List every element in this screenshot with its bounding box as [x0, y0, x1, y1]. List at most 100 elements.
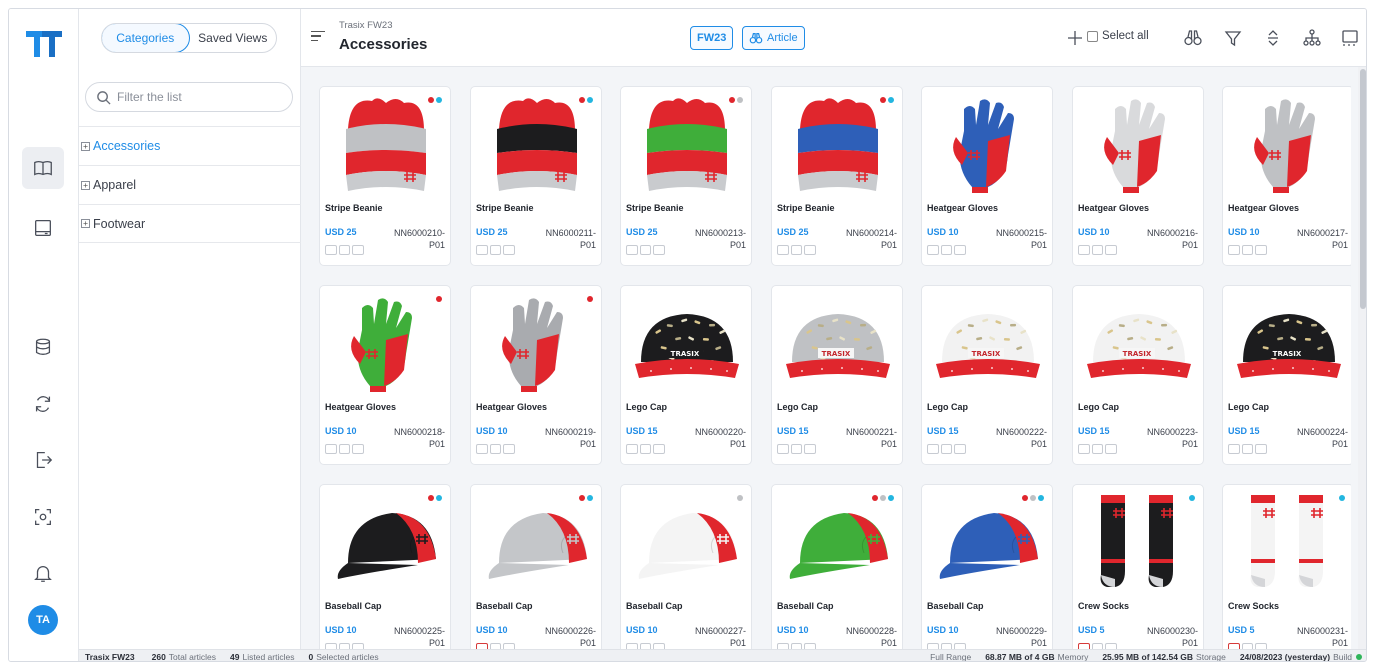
product-card[interactable]: Stripe Beanie USD 25 NN6000214- P01	[771, 86, 903, 266]
expand-collapse-icon[interactable]	[1261, 26, 1285, 50]
color-dot[interactable]	[579, 495, 585, 501]
scan-icon[interactable]	[22, 496, 64, 538]
product-card[interactable]: Heatgear Gloves USD 10 NN6000219- P01	[470, 285, 602, 465]
scrollbar-thumb[interactable]	[1360, 69, 1366, 309]
catalog-book-icon[interactable]	[22, 147, 64, 189]
expand-icon[interactable]: +	[81, 180, 90, 190]
sort-menu-icon[interactable]	[311, 31, 325, 43]
product-image[interactable]	[1229, 91, 1349, 197]
product-card[interactable]: Baseball Cap USD 10 NN6000227- P01	[620, 484, 752, 650]
color-dot[interactable]	[587, 495, 593, 501]
color-dot[interactable]	[737, 495, 743, 501]
binoculars-icon[interactable]	[1181, 26, 1205, 50]
color-dot[interactable]	[587, 97, 593, 103]
product-card[interactable]: TRASIX Lego Cap USD 15 NN6000223- P01	[1072, 285, 1204, 465]
database-icon[interactable]	[22, 326, 64, 368]
tree-item-footwear[interactable]: + Footwear	[79, 204, 301, 243]
vertical-scrollbar[interactable]	[1358, 67, 1366, 649]
product-card[interactable]: TRASIX Lego Cap USD 15 NN6000222- P01	[921, 285, 1053, 465]
product-image[interactable]	[477, 290, 597, 396]
color-dot[interactable]	[880, 495, 886, 501]
color-dot[interactable]	[436, 495, 442, 501]
filter-input[interactable]	[117, 90, 277, 104]
product-card[interactable]: Stripe Beanie USD 25 NN6000211- P01	[470, 86, 602, 266]
product-card[interactable]: Heatgear Gloves USD 10 NN6000215- P01	[921, 86, 1053, 266]
sync-icon[interactable]	[22, 383, 64, 425]
color-dot[interactable]	[729, 97, 735, 103]
color-dot[interactable]	[1189, 495, 1195, 501]
status-range[interactable]: Full Range	[930, 652, 971, 662]
product-card[interactable]: Stripe Beanie USD 25 NN6000210- P01	[319, 86, 451, 266]
app-logo-icon[interactable]	[23, 23, 65, 65]
filter-icon[interactable]	[1221, 26, 1245, 50]
export-icon[interactable]	[22, 439, 64, 481]
product-card[interactable]: TRASIX Lego Cap USD 15 NN6000220- P01	[620, 285, 752, 465]
color-dot[interactable]	[1022, 495, 1028, 501]
product-image[interactable]	[778, 91, 898, 197]
color-dot[interactable]	[587, 296, 593, 302]
product-card[interactable]: Baseball Cap USD 10 NN6000226- P01	[470, 484, 602, 650]
add-icon[interactable]	[1063, 26, 1087, 50]
product-card[interactable]: Heatgear Gloves USD 10 NN6000217- P01	[1222, 86, 1351, 266]
tab-saved-views[interactable]: Saved Views	[190, 24, 277, 52]
product-image[interactable]	[477, 91, 597, 197]
color-dot[interactable]	[888, 97, 894, 103]
product-image[interactable]	[326, 91, 446, 197]
color-dot[interactable]	[737, 97, 743, 103]
product-image[interactable]: TRASIX	[778, 290, 898, 396]
article-number: NN6000217-	[1296, 228, 1348, 238]
product-image[interactable]	[326, 489, 446, 595]
color-dot[interactable]	[888, 495, 894, 501]
product-image[interactable]	[1079, 91, 1199, 197]
product-image[interactable]: TRASIX	[1079, 290, 1199, 396]
user-avatar[interactable]: TA	[28, 605, 58, 635]
color-dot[interactable]	[1038, 495, 1044, 501]
product-image[interactable]	[1229, 489, 1349, 595]
product-image[interactable]: TRASIX	[627, 290, 747, 396]
product-image[interactable]	[1079, 489, 1199, 595]
product-code: NN6000224- P01	[1268, 426, 1348, 450]
product-image[interactable]	[928, 91, 1048, 197]
product-image[interactable]	[627, 489, 747, 595]
product-card[interactable]: Heatgear Gloves USD 10 NN6000218- P01	[319, 285, 451, 465]
color-dot[interactable]	[436, 296, 442, 302]
color-dot[interactable]	[880, 97, 886, 103]
layout-view-icon[interactable]	[1338, 26, 1362, 50]
product-image[interactable]	[627, 91, 747, 197]
checkbox-box[interactable]	[1087, 30, 1098, 42]
bell-icon[interactable]	[22, 552, 64, 594]
product-image[interactable]	[778, 489, 898, 595]
color-dot[interactable]	[1030, 495, 1036, 501]
breadcrumb[interactable]: Trasix FW23	[339, 20, 392, 31]
product-card[interactable]: TRASIX Lego Cap USD 15 NN6000221- P01	[771, 285, 903, 465]
color-dot[interactable]	[1339, 495, 1345, 501]
color-dot[interactable]	[436, 97, 442, 103]
product-image[interactable]	[326, 290, 446, 396]
color-dot[interactable]	[579, 97, 585, 103]
hierarchy-icon[interactable]	[1300, 26, 1324, 50]
product-card[interactable]: Crew Socks USD 5 NN6000230- P01	[1072, 484, 1204, 650]
season-pill[interactable]: FW23	[690, 26, 734, 50]
select-all-checkbox[interactable]: Select all	[1087, 30, 1149, 42]
product-card[interactable]: Baseball Cap USD 10 NN6000228- P01	[771, 484, 903, 650]
tab-categories[interactable]: Categories	[102, 24, 190, 52]
product-image[interactable]: TRASIX	[928, 290, 1048, 396]
expand-icon[interactable]: +	[81, 219, 90, 228]
color-dot[interactable]	[428, 495, 434, 501]
article-pill[interactable]: Article	[742, 26, 805, 50]
product-image[interactable]	[928, 489, 1048, 595]
tree-item-apparel[interactable]: + Apparel	[79, 165, 301, 204]
product-card[interactable]: Stripe Beanie USD 25 NN6000213- P01	[620, 86, 752, 266]
product-card[interactable]: TRASIX Lego Cap USD 15 NN6000224- P01	[1222, 285, 1351, 465]
product-card[interactable]: Crew Socks USD 5 NN6000231- P01	[1222, 484, 1351, 650]
tree-item-accessories[interactable]: + Accessories	[79, 126, 301, 165]
product-card[interactable]: Baseball Cap USD 10 NN6000229- P01	[921, 484, 1053, 650]
product-image[interactable]: TRASIX	[1229, 290, 1349, 396]
color-dot[interactable]	[872, 495, 878, 501]
expand-icon[interactable]: +	[81, 141, 90, 151]
color-dot[interactable]	[428, 97, 434, 103]
product-image[interactable]	[477, 489, 597, 595]
product-card[interactable]: Heatgear Gloves USD 10 NN6000216- P01	[1072, 86, 1204, 266]
product-card[interactable]: Baseball Cap USD 10 NN6000225- P01	[319, 484, 451, 650]
board-view-icon[interactable]	[22, 207, 64, 249]
